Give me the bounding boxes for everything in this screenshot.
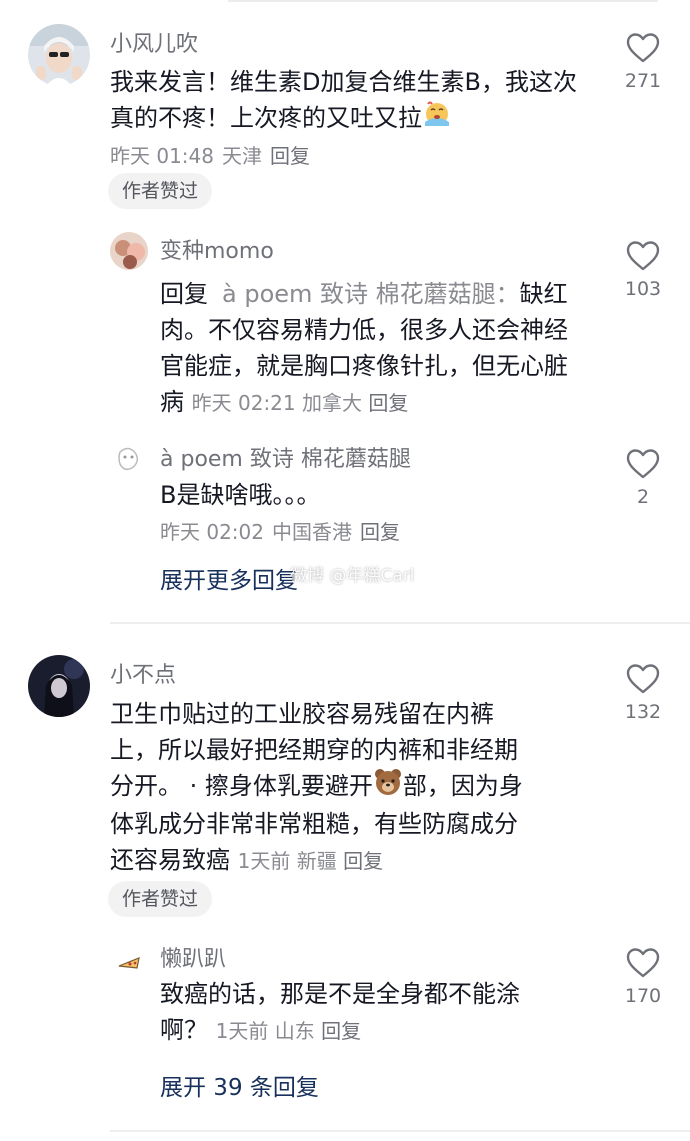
- comment-location: 天津: [222, 144, 262, 168]
- like-button[interactable]: 271: [608, 32, 678, 92]
- avatar-image: [110, 440, 148, 478]
- reply-time: 1天前: [215, 1019, 269, 1043]
- top-divider: [228, 0, 658, 2]
- reply-button[interactable]: 回复: [360, 520, 400, 544]
- comment-text-line: 分开。 · 擦身体乳要避开 部，因为身: [110, 768, 600, 806]
- comment-time: 1天前: [237, 849, 291, 873]
- like-count: 271: [624, 70, 662, 92]
- like-button[interactable]: 132: [608, 663, 678, 723]
- reply-text: 致癌的话，那是不是全身都不能涂 啊？ 1天前 山东 回复: [160, 976, 590, 1049]
- comment-divider: [110, 1130, 690, 1132]
- heart-outline-icon: [626, 33, 660, 63]
- like-count: 132: [624, 701, 662, 723]
- like-count: 170: [624, 985, 662, 1007]
- reply-text: B是缺啥哦。。。: [160, 481, 321, 509]
- comment-meta: 昨天 01:48 天津 回复: [110, 140, 318, 169]
- comment-time: 昨天 01:48: [110, 144, 214, 168]
- expand-replies-button[interactable]: 展开更多回复: [160, 561, 298, 595]
- reply-author[interactable]: 变种momo: [160, 233, 274, 265]
- reply-meta: 昨天 02:02 中国香港 回复: [160, 516, 408, 545]
- comment-author[interactable]: 小不点: [110, 657, 176, 689]
- author-liked-badge: 作者赞过: [108, 881, 213, 917]
- heart-outline-icon: [626, 664, 660, 694]
- comment-text-segment: 部，因为身: [402, 772, 523, 800]
- bear-face-icon: [373, 768, 403, 806]
- comment-text-body: 我来发言！维生素D加复合维生素B，我这次真的不疼！上次疼的又吐又拉: [110, 68, 577, 132]
- reply-target[interactable]: à poem 致诗 棉花蘑菇腿：: [222, 280, 520, 308]
- avatar-image: [110, 232, 148, 270]
- avatar[interactable]: [110, 940, 148, 978]
- avatar-image: [28, 655, 90, 717]
- comment-text-line: 卫生巾贴过的工业胶容易残留在内裤: [110, 700, 494, 728]
- like-button[interactable]: 170: [608, 947, 678, 1007]
- reply-time: 昨天 02:02: [160, 520, 264, 544]
- like-button[interactable]: 103: [608, 240, 678, 300]
- comment-divider: [110, 622, 690, 624]
- reply-button[interactable]: 回复: [343, 849, 383, 873]
- reply-text-segment: 啊？: [160, 1016, 208, 1044]
- avatar-image: [110, 940, 148, 978]
- heart-outline-icon: [626, 449, 660, 479]
- avatar[interactable]: [28, 24, 90, 86]
- reply-button[interactable]: 回复: [270, 144, 310, 168]
- like-button[interactable]: 2: [608, 448, 678, 508]
- expand-replies-button[interactable]: 展开 39 条回复: [160, 1068, 319, 1102]
- reply-time: 昨天 02:21: [191, 391, 296, 415]
- reply-meta: 昨天 02:21 加拿大 回复: [192, 391, 409, 415]
- reply-text: 回复 à poem 致诗 棉花蘑菇腿：缺红肉。不仅容易精力低，很多人还会神经官能症…: [160, 276, 590, 421]
- comment-text-segment: 分开。 · 擦身体乳要避开: [110, 772, 373, 800]
- like-count: 103: [624, 278, 662, 300]
- watermark: 微博 @年糕Carl: [290, 566, 415, 586]
- avatar[interactable]: [28, 655, 90, 717]
- comment-text: 卫生巾贴过的工业胶容易残留在内裤 上，所以最好把经期穿的内裤和非经期 分开。 ·…: [110, 696, 600, 879]
- like-count: 2: [636, 486, 650, 508]
- reply-location: 中国香港: [272, 520, 352, 544]
- comment-text-line: 体乳成分非常非常粗糙，有些防腐成分: [110, 810, 518, 838]
- reply-button[interactable]: 回复: [321, 1019, 361, 1043]
- author-liked-badge: 作者赞过: [108, 173, 213, 209]
- avatar[interactable]: [110, 440, 148, 478]
- comment-text: 我来发言！维生素D加复合维生素B，我这次真的不疼！上次疼的又吐又拉: [110, 64, 590, 138]
- reply-author[interactable]: à poem 致诗 棉花蘑菇腿: [160, 441, 411, 473]
- avatar-image: [28, 24, 90, 86]
- comment-text-segment: 还容易致癌: [110, 846, 230, 874]
- comment-text-line: 还容易致癌 1天前 新疆 回复: [110, 842, 600, 879]
- reply-button[interactable]: 回复: [368, 391, 408, 415]
- heart-outline-icon: [626, 241, 660, 271]
- heart-outline-icon: [626, 948, 660, 978]
- reply-meta: 1天前 山东 回复: [216, 1019, 361, 1043]
- comment-text-line: 上，所以最好把经期穿的内裤和非经期: [110, 736, 518, 764]
- crying-face-icon: [422, 100, 452, 138]
- comment-location: 新疆: [296, 849, 337, 873]
- reply-prefix: 回复: [160, 280, 208, 308]
- reply-text-line: 啊？ 1天前 山东 回复: [160, 1012, 590, 1049]
- reply-location: 山东: [274, 1019, 315, 1043]
- reply-text-line: 致癌的话，那是不是全身都不能涂: [160, 980, 520, 1008]
- comment-author[interactable]: 小风儿吹: [110, 26, 198, 58]
- comment-meta: 1天前 新疆 回复: [238, 849, 383, 873]
- reply-author[interactable]: 懒趴趴: [160, 941, 226, 973]
- reply-location: 加拿大: [302, 391, 362, 415]
- avatar[interactable]: [110, 232, 148, 270]
